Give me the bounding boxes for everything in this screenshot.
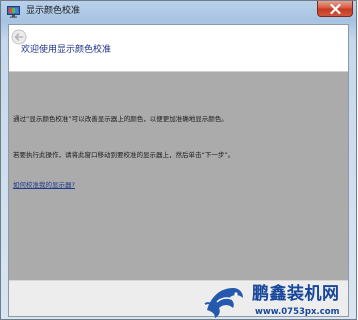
page-title: 欢迎使用显示颜色校准	[21, 45, 112, 55]
intro-paragraph: 通过“显示颜色校准”可以改善显示器上的颜色，以便更加准确地显示颜色。	[13, 115, 228, 123]
watermark-url: www.0753px.com	[255, 307, 340, 317]
display-color-calibration-icon	[7, 6, 20, 18]
back-arrow-icon[interactable]	[11, 29, 27, 45]
dragon-logo-icon	[204, 288, 243, 318]
window-title: 显示颜色校准	[26, 6, 81, 16]
screen: 显示颜色校准 欢迎使用显示颜色校准 通过“显示颜色校准”可以改善显示器上的颜色，…	[0, 0, 358, 320]
instruction-paragraph: 若要执行此操作，请将此窗口移动到要校准的显示器上，然后单击“下一步”。	[13, 151, 235, 159]
close-icon	[330, 4, 341, 14]
wizard-panel: 欢迎使用显示颜色校准 通过“显示颜色校准”可以改善显示器上的颜色，以便更加准确地…	[8, 24, 349, 317]
calibration-window: 显示颜色校准 欢迎使用显示颜色校准 通过“显示颜色校准”可以改善显示器上的颜色，…	[0, 0, 357, 320]
wizard-content: 通过“显示颜色校准”可以改善显示器上的颜色，以便更加准确地显示颜色。 若要执行此…	[9, 72, 348, 280]
watermark-site-name: 鹏鑫装机网	[252, 284, 340, 304]
help-link[interactable]: 如何校准我的显示器?	[13, 181, 75, 190]
title-bar[interactable]: 显示颜色校准	[1, 1, 356, 23]
close-button[interactable]	[317, 1, 353, 17]
site-watermark: 鹏鑫装机网 www.0753px.com	[203, 280, 358, 320]
wizard-header: 欢迎使用显示颜色校准	[9, 25, 348, 72]
